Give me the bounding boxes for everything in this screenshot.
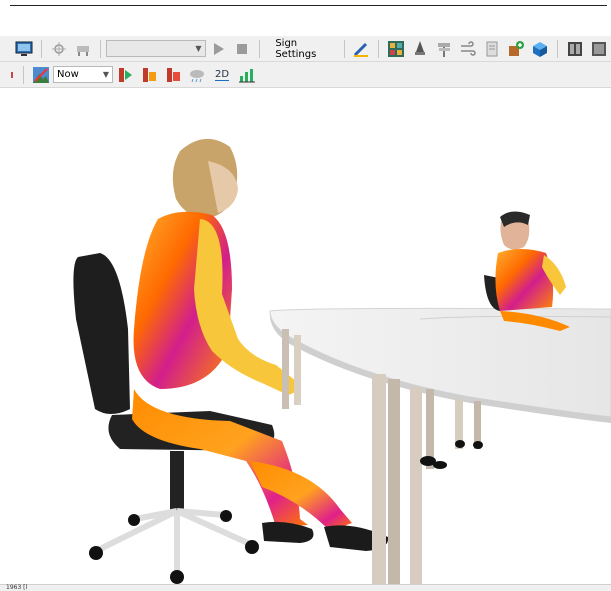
pen-icon[interactable] [351,39,371,59]
toolbar-separator [557,39,559,58]
landscape-icon[interactable] [31,65,51,85]
run-red-icon[interactable] [163,65,183,85]
grid-icon[interactable] [386,39,406,59]
time-selector[interactable]: Now ▼ [53,66,113,83]
rocket-icon[interactable] [410,39,430,59]
chevron-down-icon: ▼ [102,70,109,79]
chart-bars-icon[interactable] [237,65,257,85]
main-toolbar: ▼ Sign Settings [0,36,611,62]
status-text: 1963 [l [6,584,28,591]
secondary-toolbar: Now ▼ 2D [0,62,611,88]
top-divider [10,5,607,6]
signpost-icon[interactable] [434,39,454,59]
cloud-icon[interactable] [187,65,207,85]
target-icon[interactable] [49,39,69,59]
toolbar-separator [23,65,24,84]
stop-icon[interactable] [232,39,252,59]
toolbar-separator [11,71,13,78]
toolbar-separator [343,39,345,58]
monitor-icon[interactable] [14,39,34,59]
toolbar-separator [41,39,42,58]
cube-icon[interactable] [530,39,550,59]
status-bar: 1963 [l [0,584,611,591]
toolbar-separator [378,39,380,58]
scene-render [73,138,611,584]
add-object-icon[interactable] [506,39,526,59]
film-icon[interactable] [565,39,585,59]
sign-settings-button[interactable]: Sign Settings [266,37,337,60]
document-icon[interactable] [482,39,502,59]
view-2d-icon[interactable]: 2D [211,65,233,85]
3d-viewport[interactable] [0,89,611,584]
toolbar-separator [258,39,260,58]
furniture-icon[interactable] [73,39,93,59]
toolbar-separator [99,39,101,58]
play-icon[interactable] [208,39,228,59]
wind-icon[interactable] [458,39,478,59]
scene-selector[interactable]: ▼ [105,40,206,57]
run-orange-icon[interactable] [139,65,159,85]
run-green-icon[interactable] [115,65,135,85]
conference-table [269,307,611,584]
panel-icon[interactable] [589,39,609,59]
window-top-strip [0,0,611,22]
time-selector-value: Now [57,69,79,80]
view-2d-label: 2D [214,68,230,81]
chevron-down-icon: ▼ [195,44,202,53]
